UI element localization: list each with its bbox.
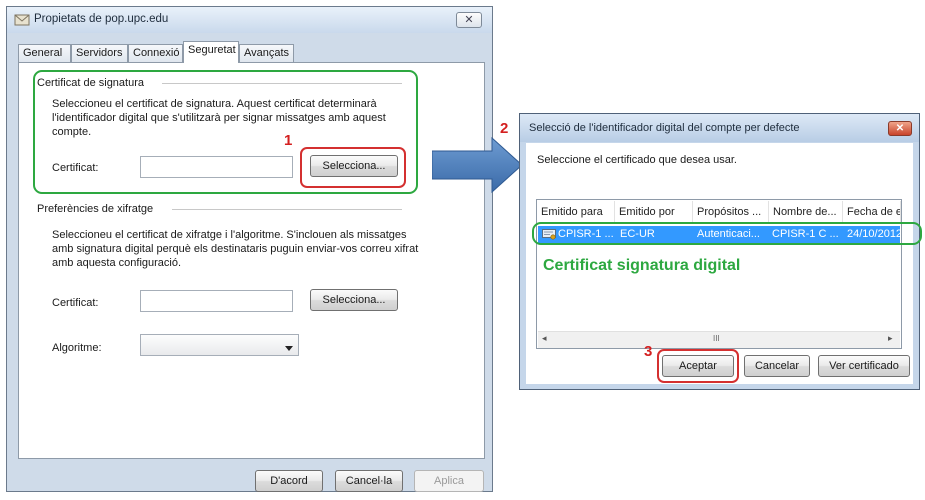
column-header-friendly-name[interactable]: Nombre de... [769, 201, 843, 223]
tab-servidors[interactable]: Servidors [71, 44, 128, 62]
close-button[interactable]: ✕ [888, 121, 912, 136]
close-icon: ✕ [464, 14, 474, 26]
accept-button-highlight [657, 349, 739, 383]
flow-arrow [432, 136, 523, 194]
chevron-down-icon [285, 342, 293, 354]
step-2-marker: 2 [500, 120, 509, 137]
view-certificate-button[interactable]: Ver certificado [818, 355, 910, 377]
close-button[interactable]: ✕ [456, 12, 482, 28]
tab-general[interactable]: General [18, 44, 71, 62]
step-1-marker: 1 [284, 132, 293, 149]
group-divider [172, 209, 402, 210]
dialog-title: Selecció de l'identificador digital del … [529, 122, 800, 134]
algorithm-label: Algoritme: [52, 342, 102, 354]
column-header-issued-to[interactable]: Emitido para [537, 201, 615, 223]
column-header-expiry-date[interactable]: Fecha de e... [843, 201, 901, 223]
mail-app-icon [14, 13, 30, 26]
scroll-left-icon[interactable]: ◂ [542, 333, 547, 344]
scroll-right-icon[interactable]: ▸ [888, 333, 893, 344]
certificate-row-highlight [532, 222, 922, 245]
cancel-button[interactable]: Cancel·la [335, 470, 403, 492]
dialog-title-bar: Selecció de l'identificador digital del … [520, 114, 919, 142]
cancel-button[interactable]: Cancelar [744, 355, 810, 377]
apply-button[interactable]: Aplica [414, 470, 484, 492]
step-3-marker: 3 [644, 343, 653, 360]
column-header-purposes[interactable]: Propósitos ... [693, 201, 769, 223]
tab-avancats[interactable]: Avançats [239, 44, 294, 62]
encryption-cert-field[interactable] [140, 290, 293, 312]
column-header-issued-by[interactable]: Emitido por [615, 201, 693, 223]
highlight-caption: Certificat signatura digital [543, 257, 741, 274]
scroll-thumb-grip[interactable]: III [713, 334, 720, 343]
certificate-prompt: Seleccione el certificado que desea usar… [537, 154, 737, 166]
encryption-description: Seleccioneu el certificat de xifratge i … [52, 229, 419, 269]
dialog-title-bar: Propietats de pop.upc.edu ✕ [7, 7, 492, 33]
close-icon: ✕ [895, 123, 905, 134]
horizontal-scrollbar[interactable]: ◂ III ▸ [538, 331, 900, 348]
tab-seguretat[interactable]: Seguretat [183, 41, 239, 63]
encryption-cert-label: Certificat: [52, 297, 99, 309]
select-button-highlight [300, 147, 406, 188]
dialog-title: Propietats de pop.upc.edu [34, 13, 169, 25]
ok-button[interactable]: D'acord [255, 470, 323, 492]
encryption-select-button[interactable]: Selecciona... [310, 289, 398, 311]
tab-connexio[interactable]: Connexió [128, 44, 183, 62]
algorithm-select[interactable] [140, 334, 299, 356]
encryption-group-label: Preferències de xifratge [37, 203, 154, 215]
